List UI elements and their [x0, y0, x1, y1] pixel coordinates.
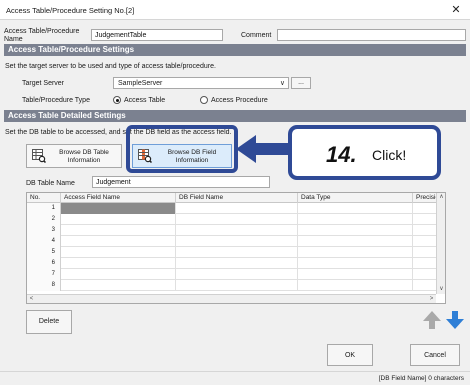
db-field-cell[interactable] [176, 269, 298, 280]
table-row[interactable]: 6 [27, 258, 436, 269]
grid-header: No. Access Field Name DB Field Name Data… [27, 193, 438, 203]
pointer-arrow-icon [236, 135, 294, 163]
target-server-value: SampleServer [118, 80, 163, 87]
row-number: 8 [27, 280, 61, 291]
window-title: Access Table/Procedure Setting No.[2] [6, 6, 135, 15]
settings-description: Set the target server to be used and typ… [5, 63, 216, 70]
target-server-select[interactable]: SampleServer ∨ [113, 77, 289, 89]
db-field-cell[interactable] [176, 236, 298, 247]
row-number: 6 [27, 258, 61, 269]
column-header-db-field-name[interactable]: DB Field Name [176, 193, 298, 203]
callout-step-number: 14. [326, 142, 357, 167]
status-text: [DB Field Name] 0 characters [378, 375, 464, 382]
db-field-cell[interactable] [176, 203, 298, 214]
data-type-cell[interactable] [298, 203, 413, 214]
comment-field[interactable] [277, 29, 466, 41]
grid-rows: ▶ 1 2 3 4 5 [27, 203, 436, 294]
scroll-down-icon[interactable]: ∨ [437, 285, 445, 294]
column-header-precision[interactable]: Precisio [413, 193, 438, 203]
access-field-cell[interactable] [61, 225, 176, 236]
row-number: 1 [27, 203, 61, 214]
access-field-cell[interactable] [61, 269, 176, 280]
move-up-icon[interactable] [422, 310, 442, 330]
table-row[interactable]: 7 [27, 269, 436, 280]
data-type-cell[interactable] [298, 269, 413, 280]
title-bar: Access Table/Procedure Setting No.[2] ✕ [0, 0, 470, 20]
db-field-cell[interactable] [176, 258, 298, 269]
radio-access-procedure[interactable] [200, 96, 208, 104]
scroll-up-icon[interactable]: ∧ [437, 193, 445, 202]
table-row[interactable]: 4 [27, 236, 436, 247]
browse-db-table-label: Browse DB Table Information [59, 149, 109, 164]
table-row[interactable]: 8 [27, 280, 436, 291]
detailed-section-header: Access Table Detailed Settings [4, 110, 466, 122]
delete-button[interactable]: Delete [26, 310, 72, 334]
settings-section-header: Access Table/Procedure Settings [4, 44, 466, 56]
access-field-cell[interactable] [61, 247, 176, 258]
column-header-access-field-name[interactable]: Access Field Name [61, 193, 176, 203]
column-header-no[interactable]: No. [27, 193, 61, 203]
db-table-name-label: DB Table Name [26, 180, 75, 187]
ok-button[interactable]: OK [327, 344, 373, 366]
data-type-cell[interactable] [298, 247, 413, 258]
table-search-icon [32, 149, 46, 163]
access-field-cell[interactable] [61, 258, 176, 269]
data-type-cell[interactable] [298, 214, 413, 225]
comment-label: Comment [241, 32, 272, 39]
data-type-cell[interactable] [298, 236, 413, 247]
horizontal-scrollbar[interactable]: < > [27, 294, 436, 303]
instruction-callout: 14. Click! [288, 125, 441, 180]
vertical-scrollbar[interactable]: ∧ ∨ [436, 193, 445, 294]
column-header-data-type[interactable]: Data Type [298, 193, 413, 203]
row-number: 7 [27, 269, 61, 280]
type-label: Table/Procedure Type [22, 97, 90, 104]
db-field-cell[interactable] [176, 214, 298, 225]
radio-access-table[interactable] [113, 96, 121, 104]
field-grid[interactable]: No. Access Field Name DB Field Name Data… [26, 192, 446, 304]
db-field-cell[interactable] [176, 225, 298, 236]
chevron-down-icon: ∨ [279, 80, 285, 87]
access-field-cell[interactable] [61, 214, 176, 225]
highlight-frame [126, 125, 238, 173]
radio-access-table-label: Access Table [124, 97, 166, 104]
cancel-button[interactable]: Cancel [410, 344, 460, 366]
scroll-left-icon[interactable]: < [27, 295, 36, 303]
access-field-cell[interactable] [61, 203, 176, 214]
db-table-name-field[interactable]: Judgement [92, 176, 270, 188]
table-row[interactable]: 2 [27, 214, 436, 225]
row-number: 4 [27, 236, 61, 247]
browse-db-table-button[interactable]: Browse DB Table Information [26, 144, 122, 168]
access-field-cell[interactable] [61, 236, 176, 247]
target-server-label: Target Server [22, 80, 65, 87]
row-number: 5 [27, 247, 61, 258]
browse-server-button[interactable]: ... [291, 77, 311, 89]
name-label: Access Table/Procedure Name [4, 28, 80, 43]
row-number: 2 [27, 214, 61, 225]
scroll-right-icon[interactable]: > [427, 295, 436, 303]
data-type-cell[interactable] [298, 225, 413, 236]
move-down-icon[interactable] [445, 310, 465, 330]
access-field-cell[interactable] [61, 280, 176, 291]
callout-text: Click! [372, 147, 407, 163]
radio-access-procedure-label: Access Procedure [211, 97, 268, 104]
table-row[interactable]: 5 [27, 247, 436, 258]
table-row[interactable]: 3 [27, 225, 436, 236]
row-number: 3 [27, 225, 61, 236]
db-field-cell[interactable] [176, 247, 298, 258]
status-bar: [DB Field Name] 0 characters [0, 371, 470, 385]
data-type-cell[interactable] [298, 258, 413, 269]
db-field-cell[interactable] [176, 280, 298, 291]
data-type-cell[interactable] [298, 280, 413, 291]
close-icon[interactable]: ✕ [450, 3, 462, 16]
name-field[interactable]: JudgementTable [91, 29, 223, 41]
table-row[interactable]: ▶ 1 [27, 203, 436, 214]
